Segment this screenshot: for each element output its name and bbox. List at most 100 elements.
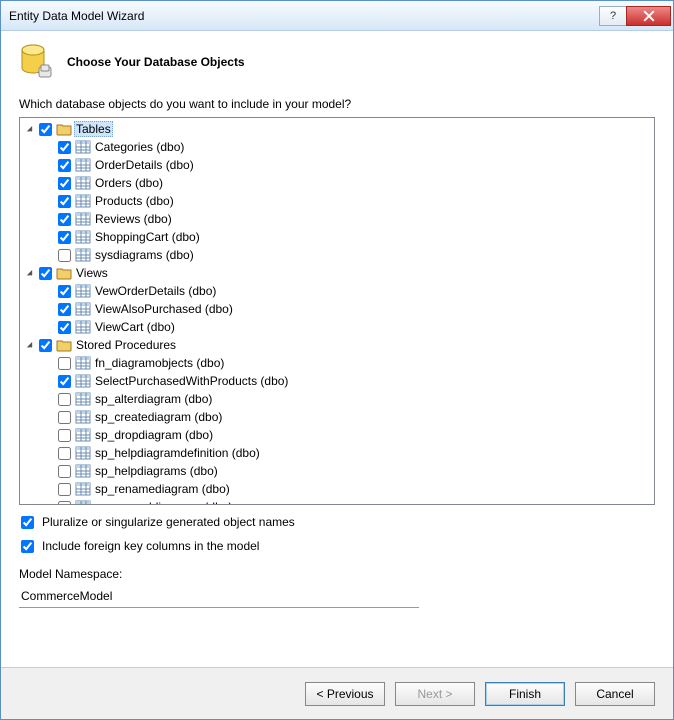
tree-item-label: sp_alterdiagram (dbo) xyxy=(93,392,214,406)
tree-item-icon xyxy=(75,193,91,209)
titlebar: Entity Data Model Wizard ? xyxy=(1,1,673,31)
window-buttons: ? xyxy=(600,6,671,26)
tree-node-procs[interactable]: ◢ Stored Procedures xyxy=(24,336,650,354)
tree-item-icon xyxy=(75,409,91,425)
tree-checkbox[interactable] xyxy=(58,231,71,244)
tree-item-icon xyxy=(56,121,72,137)
namespace-input[interactable] xyxy=(19,585,419,608)
wizard-window: Entity Data Model Wizard ? Choose Your D… xyxy=(0,0,674,720)
tree-item-label: SelectPurchasedWithProducts (dbo) xyxy=(93,374,290,388)
tree-item-proc[interactable]: sp_helpdiagrams (dbo) xyxy=(24,462,650,480)
tree-checkbox[interactable] xyxy=(58,285,71,298)
tree-node-views[interactable]: ◢Views xyxy=(24,264,650,282)
tree-checkbox[interactable] xyxy=(39,123,52,136)
tree-item-icon xyxy=(56,337,72,353)
tree-checkbox[interactable] xyxy=(58,465,71,478)
tree-item-view[interactable]: ViewCart (dbo) xyxy=(24,318,650,336)
namespace-label: Model Namespace: xyxy=(19,567,655,581)
tree-item-table[interactable]: ShoppingCart (dbo) xyxy=(24,228,650,246)
tree-item-proc[interactable]: sp_renamediagram (dbo) xyxy=(24,480,650,498)
tree-item-icon xyxy=(75,229,91,245)
finish-button[interactable]: Finish xyxy=(485,682,565,706)
tree-checkbox[interactable] xyxy=(39,267,52,280)
tree-item-label: sp_helpdiagramdefinition (dbo) xyxy=(93,446,262,460)
tree-checkbox[interactable] xyxy=(58,411,71,424)
tree-checkbox[interactable] xyxy=(58,249,71,262)
tree-item-label: sp_helpdiagrams (dbo) xyxy=(93,464,220,478)
tree-item-label: ViewCart (dbo) xyxy=(93,320,177,334)
pluralize-checkbox[interactable] xyxy=(21,516,34,529)
tree-checkbox[interactable] xyxy=(58,177,71,190)
tree-item-label: Orders (dbo) xyxy=(93,176,165,190)
next-button[interactable]: Next > xyxy=(395,682,475,706)
tree-checkbox[interactable] xyxy=(58,321,71,334)
foreignkey-checkbox[interactable] xyxy=(21,540,34,553)
tree-checkbox[interactable] xyxy=(58,357,71,370)
tree-checkbox[interactable] xyxy=(58,213,71,226)
tree-item-view[interactable]: VewOrderDetails (dbo) xyxy=(24,282,650,300)
tree-item-table[interactable]: Reviews (dbo) xyxy=(24,210,650,228)
header-title: Choose Your Database Objects xyxy=(67,55,245,69)
tree-checkbox[interactable] xyxy=(58,375,71,388)
tree-item-label: Stored Procedures xyxy=(74,338,178,352)
tree-checkbox[interactable] xyxy=(39,339,52,352)
tree-item-table[interactable]: sysdiagrams (dbo) xyxy=(24,246,650,264)
tree-checkbox[interactable] xyxy=(58,141,71,154)
previous-button[interactable]: < Previous xyxy=(305,682,385,706)
tree-item-proc[interactable]: sp_upgraddiagrams (dbo) xyxy=(24,498,650,505)
tree-item-icon xyxy=(75,301,91,317)
tree-checkbox[interactable] xyxy=(58,303,71,316)
tree-item-proc[interactable]: sp_creatediagram (dbo) xyxy=(24,408,650,426)
database-icon xyxy=(19,43,53,81)
tree-item-icon xyxy=(75,283,91,299)
tree-item-label: Tables xyxy=(74,121,113,137)
pluralize-label: Pluralize or singularize generated objec… xyxy=(42,515,295,529)
tree-item-label: sp_dropdiagram (dbo) xyxy=(93,428,215,442)
tree-item-label: Products (dbo) xyxy=(93,194,176,208)
tree-item-proc[interactable]: fn_diagramobjects (dbo) xyxy=(24,354,650,372)
tree-item-icon xyxy=(75,445,91,461)
tree-item-label: sp_renamediagram (dbo) xyxy=(93,482,232,496)
tree-checkbox[interactable] xyxy=(58,195,71,208)
tree-item-proc[interactable]: SelectPurchasedWithProducts (dbo) xyxy=(24,372,650,390)
cancel-button[interactable]: Cancel xyxy=(575,682,655,706)
tree-item-icon xyxy=(75,157,91,173)
tree-checkbox[interactable] xyxy=(58,393,71,406)
tree-item-label: ViewAlsoPurchased (dbo) xyxy=(93,302,235,316)
tree-checkbox[interactable] xyxy=(58,159,71,172)
foreignkey-option: Include foreign key columns in the model xyxy=(19,539,655,553)
collapse-icon[interactable]: ◢ xyxy=(24,340,35,351)
tree-item-icon xyxy=(75,139,91,155)
tree-item-proc[interactable]: sp_helpdiagramdefinition (dbo) xyxy=(24,444,650,462)
tree-item-table[interactable]: Orders (dbo) xyxy=(24,174,650,192)
collapse-icon[interactable]: ◢ xyxy=(24,268,35,279)
tree-item-proc[interactable]: sp_dropdiagram (dbo) xyxy=(24,426,650,444)
tree-item-icon xyxy=(56,265,72,281)
tree-item-icon xyxy=(75,499,91,505)
tree-item-icon xyxy=(75,247,91,263)
prompt-text: Which database objects do you want to in… xyxy=(19,97,655,111)
tree-item-label: sp_creatediagram (dbo) xyxy=(93,410,224,424)
tree-item-table[interactable]: Products (dbo) xyxy=(24,192,650,210)
tree-item-icon xyxy=(75,463,91,479)
tree-checkbox[interactable] xyxy=(58,447,71,460)
help-button[interactable]: ? xyxy=(599,6,627,26)
tree-node-tables[interactable]: ◢ Tables xyxy=(24,120,650,138)
tree-item-view[interactable]: ViewAlsoPurchased (dbo) xyxy=(24,300,650,318)
wizard-header: Choose Your Database Objects xyxy=(1,31,673,89)
tree-item-table[interactable]: Categories (dbo) xyxy=(24,138,650,156)
tree-item-proc[interactable]: sp_alterdiagram (dbo) xyxy=(24,390,650,408)
tree-checkbox[interactable] xyxy=(58,483,71,496)
collapse-icon[interactable]: ◢ xyxy=(24,124,35,135)
tree-item-label: sysdiagrams (dbo) xyxy=(93,248,196,262)
tree-checkbox[interactable] xyxy=(58,429,71,442)
tree-checkbox[interactable] xyxy=(58,501,71,506)
object-tree[interactable]: ◢ TablesCategories (dbo) OrderDetails (dbo… xyxy=(19,117,655,505)
tree-item-label: OrderDetails (dbo) xyxy=(93,158,196,172)
tree-item-label: ShoppingCart (dbo) xyxy=(93,230,202,244)
tree-item-label: Reviews (dbo) xyxy=(93,212,174,226)
tree-item-table[interactable]: OrderDetails (dbo) xyxy=(24,156,650,174)
window-title: Entity Data Model Wizard xyxy=(9,9,600,23)
tree-item-icon xyxy=(75,391,91,407)
close-button[interactable] xyxy=(626,6,671,26)
